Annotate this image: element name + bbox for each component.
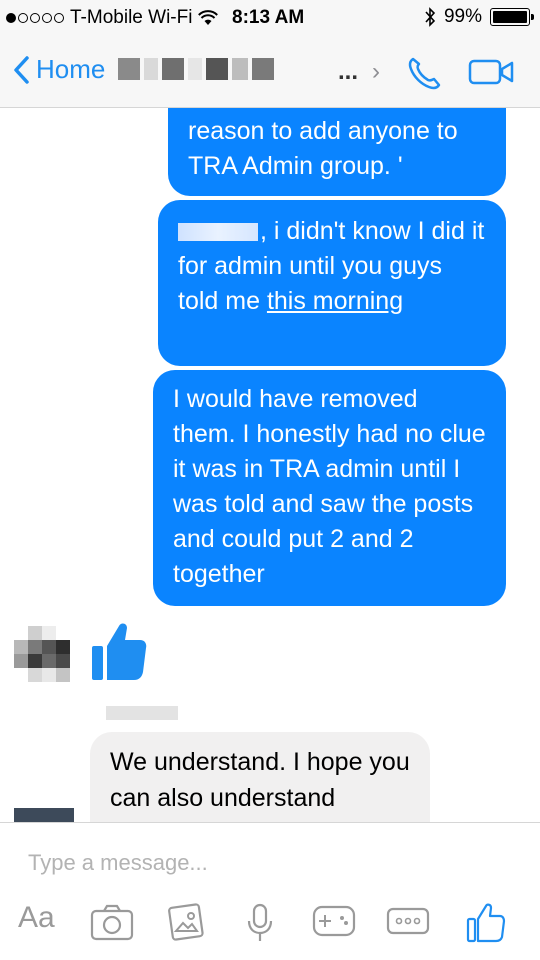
message-list[interactable]: reason to add anyone to TRA Admin group.… bbox=[0, 108, 540, 822]
status-right: 99% bbox=[424, 6, 534, 28]
microphone-icon[interactable] bbox=[246, 903, 274, 945]
thumbs-up-icon[interactable] bbox=[466, 903, 506, 943]
video-icon bbox=[468, 59, 514, 85]
avatar[interactable] bbox=[14, 626, 76, 692]
message-text: I would have removed them. I honestly ha… bbox=[173, 385, 486, 588]
back-label: Home bbox=[36, 54, 106, 84]
carrier-label: T-Mobile Wi-Fi bbox=[70, 7, 193, 28]
video-call-button[interactable] bbox=[468, 56, 516, 93]
more-icon[interactable] bbox=[386, 903, 430, 939]
camera-icon[interactable] bbox=[90, 903, 134, 941]
composer-toolbar: Aa bbox=[0, 897, 540, 953]
gamepad-icon[interactable] bbox=[312, 903, 356, 939]
title-ellipsis: ... bbox=[338, 58, 359, 85]
battery-fill bbox=[493, 11, 527, 23]
message-link[interactable]: this morning bbox=[267, 287, 403, 315]
phone-icon bbox=[408, 57, 441, 90]
message-text: reason to add anyone to TRA Admin group.… bbox=[188, 117, 458, 180]
message-bubble-outgoing[interactable]: reason to add anyone to TRA Admin group.… bbox=[168, 108, 506, 196]
thumbs-up-icon[interactable] bbox=[90, 620, 148, 684]
clock: 8:13 AM bbox=[232, 7, 305, 28]
battery-icon bbox=[490, 8, 534, 26]
bluetooth-icon bbox=[425, 7, 436, 27]
text-format-button[interactable]: Aa bbox=[18, 901, 55, 935]
message-text: We understand. I hope you can also under… bbox=[110, 748, 410, 812]
chevron-right-icon[interactable]: › bbox=[372, 58, 380, 86]
signal-icon bbox=[6, 13, 64, 23]
gallery-icon[interactable] bbox=[166, 903, 206, 943]
redacted-sender-name bbox=[106, 706, 178, 720]
back-button[interactable]: Home bbox=[12, 54, 105, 85]
chevron-left-icon bbox=[14, 55, 29, 84]
battery-percent: 99% bbox=[443, 6, 482, 27]
redacted-name bbox=[178, 223, 258, 242]
message-bubble-outgoing[interactable]: I would have removed them. I honestly ha… bbox=[153, 370, 506, 606]
wifi-icon bbox=[198, 10, 219, 25]
call-button[interactable] bbox=[404, 54, 444, 99]
conversation-header: Home ... › bbox=[0, 36, 540, 108]
message-bubble-incoming[interactable]: We understand. I hope you can also under… bbox=[90, 732, 430, 822]
status-bar: T-Mobile Wi-Fi 8:13 AM 99% bbox=[0, 0, 540, 36]
avatar[interactable] bbox=[14, 808, 74, 822]
message-bubble-outgoing[interactable]: , i didn't know I did it for admin until… bbox=[158, 200, 506, 366]
conversation-title[interactable] bbox=[118, 58, 274, 80]
message-input[interactable] bbox=[28, 847, 508, 879]
composer: Aa bbox=[0, 822, 540, 960]
carrier-group: T-Mobile Wi-Fi bbox=[6, 7, 219, 29]
